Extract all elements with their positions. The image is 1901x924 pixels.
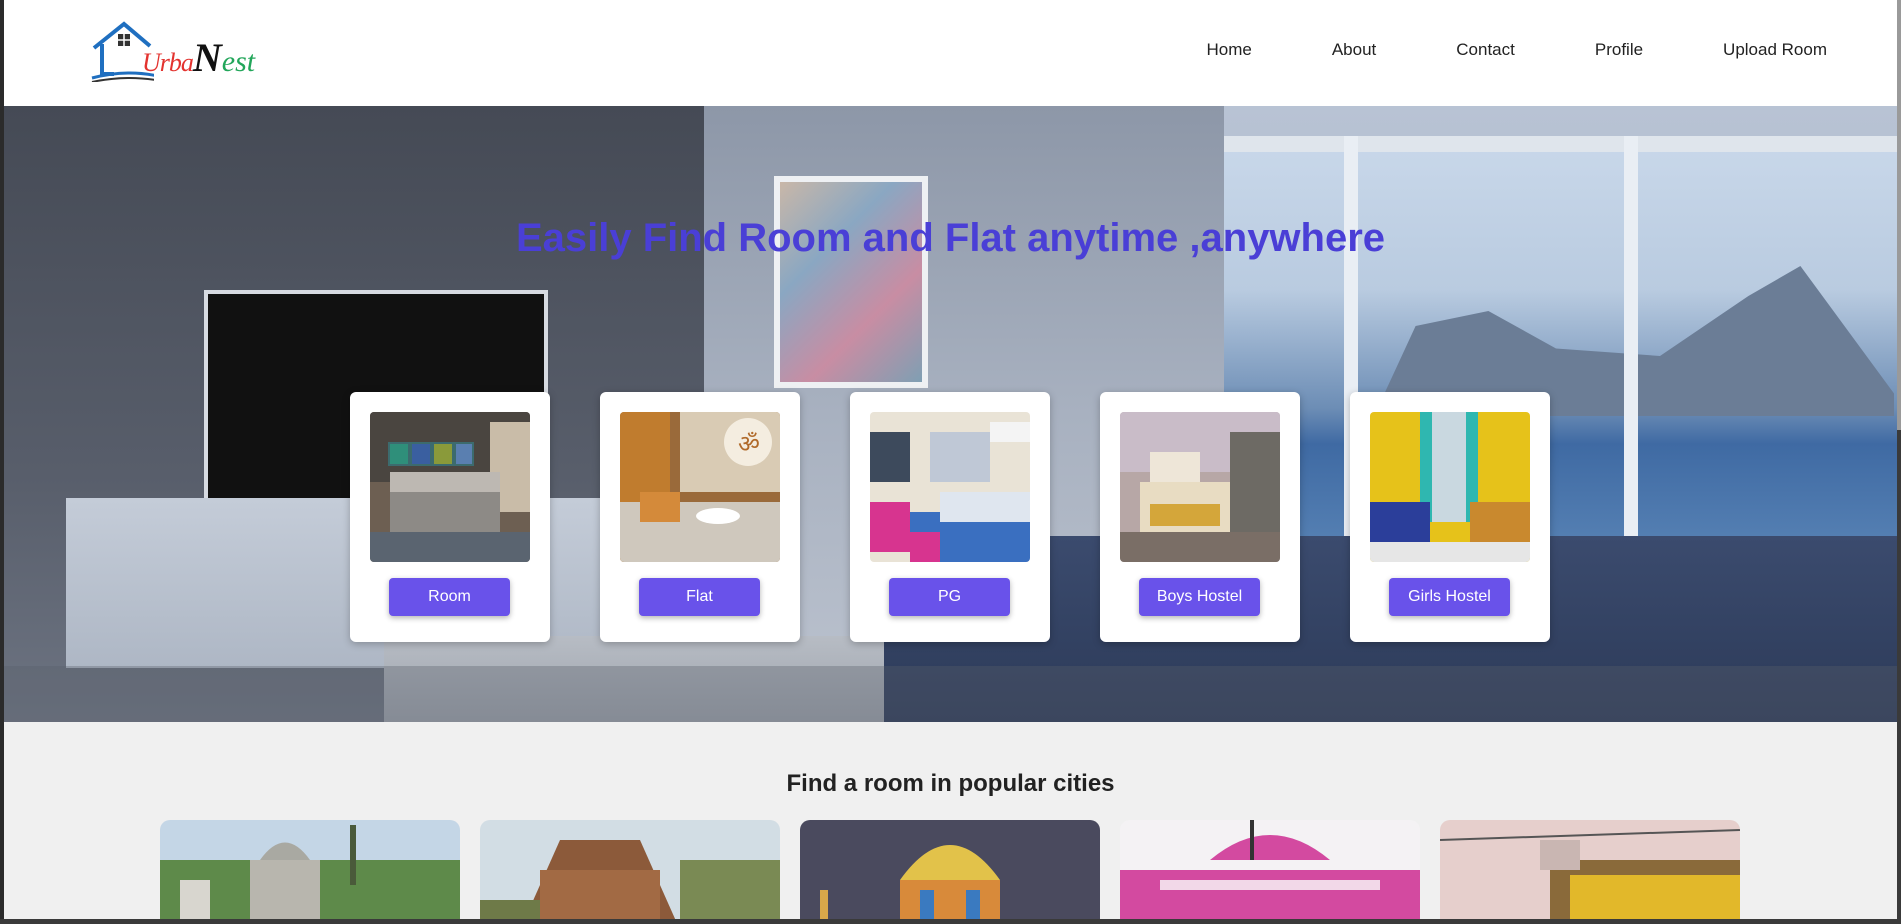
site-header: UrbaNest Home About Contact Profile Uplo…: [4, 0, 1897, 106]
nav-upload-room[interactable]: Upload Room: [1723, 40, 1827, 60]
category-card-boys-hostel[interactable]: Boys Hostel: [1100, 392, 1300, 642]
hero-bg-painting: [774, 176, 928, 388]
page: UrbaNest Home About Contact Profile Uplo…: [4, 0, 1897, 919]
logo-text-urba: Urba: [142, 48, 194, 77]
flat-button[interactable]: Flat: [639, 578, 760, 616]
vertical-scrollbar[interactable]: [1897, 0, 1901, 924]
nav-about[interactable]: About: [1332, 40, 1376, 60]
city-card[interactable]: [1120, 820, 1420, 919]
logo-text-n: N: [192, 35, 222, 80]
window-bottom-edge: [0, 919, 1901, 924]
scrollbar-thumb[interactable]: [1897, 0, 1901, 430]
girls-hostel-button[interactable]: Girls Hostel: [1389, 578, 1510, 616]
flat-image: ॐ: [620, 412, 780, 562]
city-card[interactable]: [480, 820, 780, 919]
category-card-room[interactable]: Room: [350, 392, 550, 642]
city-image: [1440, 820, 1740, 919]
main-nav: Home About Contact Profile Upload Room: [1126, 40, 1827, 60]
logo[interactable]: UrbaNest: [90, 18, 270, 84]
category-card-girls-hostel[interactable]: Girls Hostel: [1350, 392, 1550, 642]
city-image: [800, 820, 1100, 919]
hero-title: Easily Find Room and Flat anytime ,anywh…: [515, 216, 1386, 260]
hero-bg-floor: [4, 666, 1897, 722]
room-image: [370, 412, 530, 562]
city-card[interactable]: [800, 820, 1100, 919]
city-card[interactable]: [160, 820, 460, 919]
pg-image: [870, 412, 1030, 562]
boys-hostel-button[interactable]: Boys Hostel: [1139, 578, 1260, 616]
logo-text-est: est: [221, 45, 256, 78]
room-button[interactable]: Room: [389, 578, 510, 616]
logo-text: UrbaNest: [142, 34, 255, 81]
pg-button[interactable]: PG: [889, 578, 1010, 616]
cities-section-title: Find a room in popular cities: [786, 770, 1115, 797]
category-card-flat[interactable]: ॐ Flat: [600, 392, 800, 642]
nav-contact[interactable]: Contact: [1456, 40, 1515, 60]
category-card-pg[interactable]: PG: [850, 392, 1050, 642]
hero-bg-window-frame: [1224, 136, 1897, 152]
nav-home[interactable]: Home: [1206, 40, 1251, 60]
nav-profile[interactable]: Profile: [1595, 40, 1643, 60]
hero-section: Easily Find Room and Flat anytime ,anywh…: [4, 106, 1897, 722]
category-cards: Room ॐ Flat PG Boys Hostel Girls Hostel: [350, 392, 1550, 642]
girls-hostel-image: [1370, 412, 1530, 562]
city-image: [1120, 820, 1420, 919]
hero-bg-window-frame: [1624, 136, 1638, 556]
city-image: [160, 820, 460, 919]
city-image: [480, 820, 780, 919]
svg-text:ॐ: ॐ: [738, 430, 760, 458]
city-card[interactable]: [1440, 820, 1740, 919]
boys-hostel-image: [1120, 412, 1280, 562]
